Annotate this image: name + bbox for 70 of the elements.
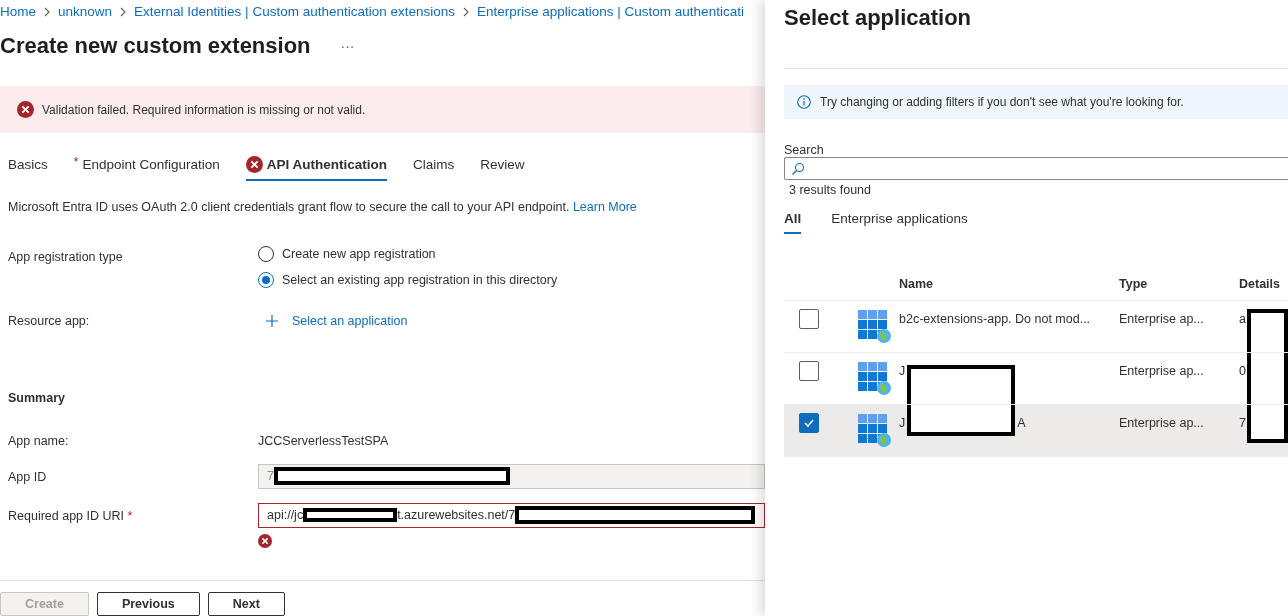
type-cell-text: Enterprise ap... [1119, 311, 1205, 326]
footer-button[interactable]: Next [207, 592, 285, 616]
application-row[interactable]: J Enterprise ap... 0 [784, 353, 1288, 405]
application-row[interactable]: b2c-extensions-app. Do not mod... Enterprise ap... a [784, 301, 1288, 353]
field-label: App registration type [8, 249, 124, 265]
more-button[interactable]: ··· [336, 37, 359, 54]
row-checkbox[interactable] [799, 309, 819, 329]
required-mark-icon: * [73, 155, 79, 170]
app-name-text: J [899, 416, 906, 430]
app-grid-globe-icon [857, 413, 891, 447]
breadcrumb-link[interactable]: unknown [58, 4, 113, 20]
tab[interactable]: Claims [413, 149, 455, 182]
tab[interactable]: API Authentication [245, 149, 388, 182]
breadcrumb-link[interactable]: External Identities | Custom authentication extensions [134, 4, 455, 20]
footer-button[interactable]: Previous [96, 592, 200, 616]
info-text: Try changing or adding filters if you don't see what you're looking for. [820, 95, 1184, 109]
type-cell-text: Enterprise ap... [1119, 415, 1205, 430]
description-text: Microsoft Entra ID uses OAuth 2.0 client credentials grant flow to secure the call to your API endpoint. Learn More [8, 200, 638, 215]
learn-more-link[interactable]: Learn More [572, 200, 637, 215]
breadcrumb-link[interactable]: Home [0, 4, 36, 20]
redaction-box [1247, 309, 1288, 352]
search-field[interactable] [784, 157, 1288, 180]
details-cell-text: a [1239, 311, 1247, 326]
field-label: App name: [8, 434, 70, 448]
field-label: Resource app: [8, 313, 91, 329]
search-icon [791, 161, 805, 176]
column-header: Details [1239, 276, 1281, 291]
redaction-box [1247, 353, 1288, 404]
app-grid-globe-icon [857, 361, 891, 395]
info-icon [797, 95, 811, 109]
checkmark-icon [804, 419, 814, 427]
results-count: 3 results found [788, 183, 872, 197]
app-name-text: J [899, 364, 906, 378]
type-cell-text: Enterprise ap... [1119, 363, 1205, 378]
tab[interactable]: Basics [8, 149, 48, 182]
chevron-icon [44, 6, 50, 17]
error-message: Validation failed. Required information is missing or not valid. [42, 102, 366, 117]
field-label: Required app ID URI * [8, 508, 134, 523]
section-heading: Summary [8, 391, 65, 406]
error-icon [17, 101, 34, 118]
page-title: Create new custom extension [0, 32, 311, 59]
redaction-box [1247, 405, 1288, 443]
chevron-icon [463, 6, 469, 17]
column-header: Name [899, 276, 935, 291]
plus-icon [266, 315, 278, 328]
radio-label: Create new app registration [282, 247, 436, 262]
column-header: Type [1119, 276, 1149, 291]
row-checkbox[interactable] [799, 413, 819, 433]
row-checkbox[interactable] [799, 361, 819, 381]
application-row[interactable]: J A Enterprise ap... 7 [784, 405, 1288, 457]
error-icon [245, 155, 263, 173]
filter-tab[interactable]: All [784, 209, 802, 234]
search-label: Search [784, 143, 825, 157]
tab[interactable]: * Endpoint Configuration [73, 149, 220, 182]
app-name-text: A [1017, 416, 1026, 430]
app-id-uri-field[interactable]: api://jc t.azurewebsites.net/7 [258, 503, 765, 528]
details-cell-text: 7 [1239, 415, 1247, 430]
field-label: App ID [8, 469, 48, 484]
select-application-link[interactable]: Select an application [258, 308, 765, 329]
app-name-text: b2c-extensions-app. Do not mod... [899, 312, 1091, 326]
details-cell-text: 0 [1239, 363, 1247, 378]
panel-title: Select application [784, 5, 973, 32]
app-name-value: JCCServerlessTestSPA [258, 434, 390, 448]
breadcrumb-link[interactable]: Enterprise applications | Custom authenticati [477, 4, 744, 20]
error-icon [258, 534, 272, 548]
radio-label: Select an existing app registration in this directory [282, 273, 558, 288]
filter-tab[interactable]: Enterprise applications [831, 209, 968, 234]
app-grid-globe-icon [857, 309, 891, 343]
tab[interactable]: Review [480, 149, 525, 182]
chevron-icon [120, 6, 127, 17]
